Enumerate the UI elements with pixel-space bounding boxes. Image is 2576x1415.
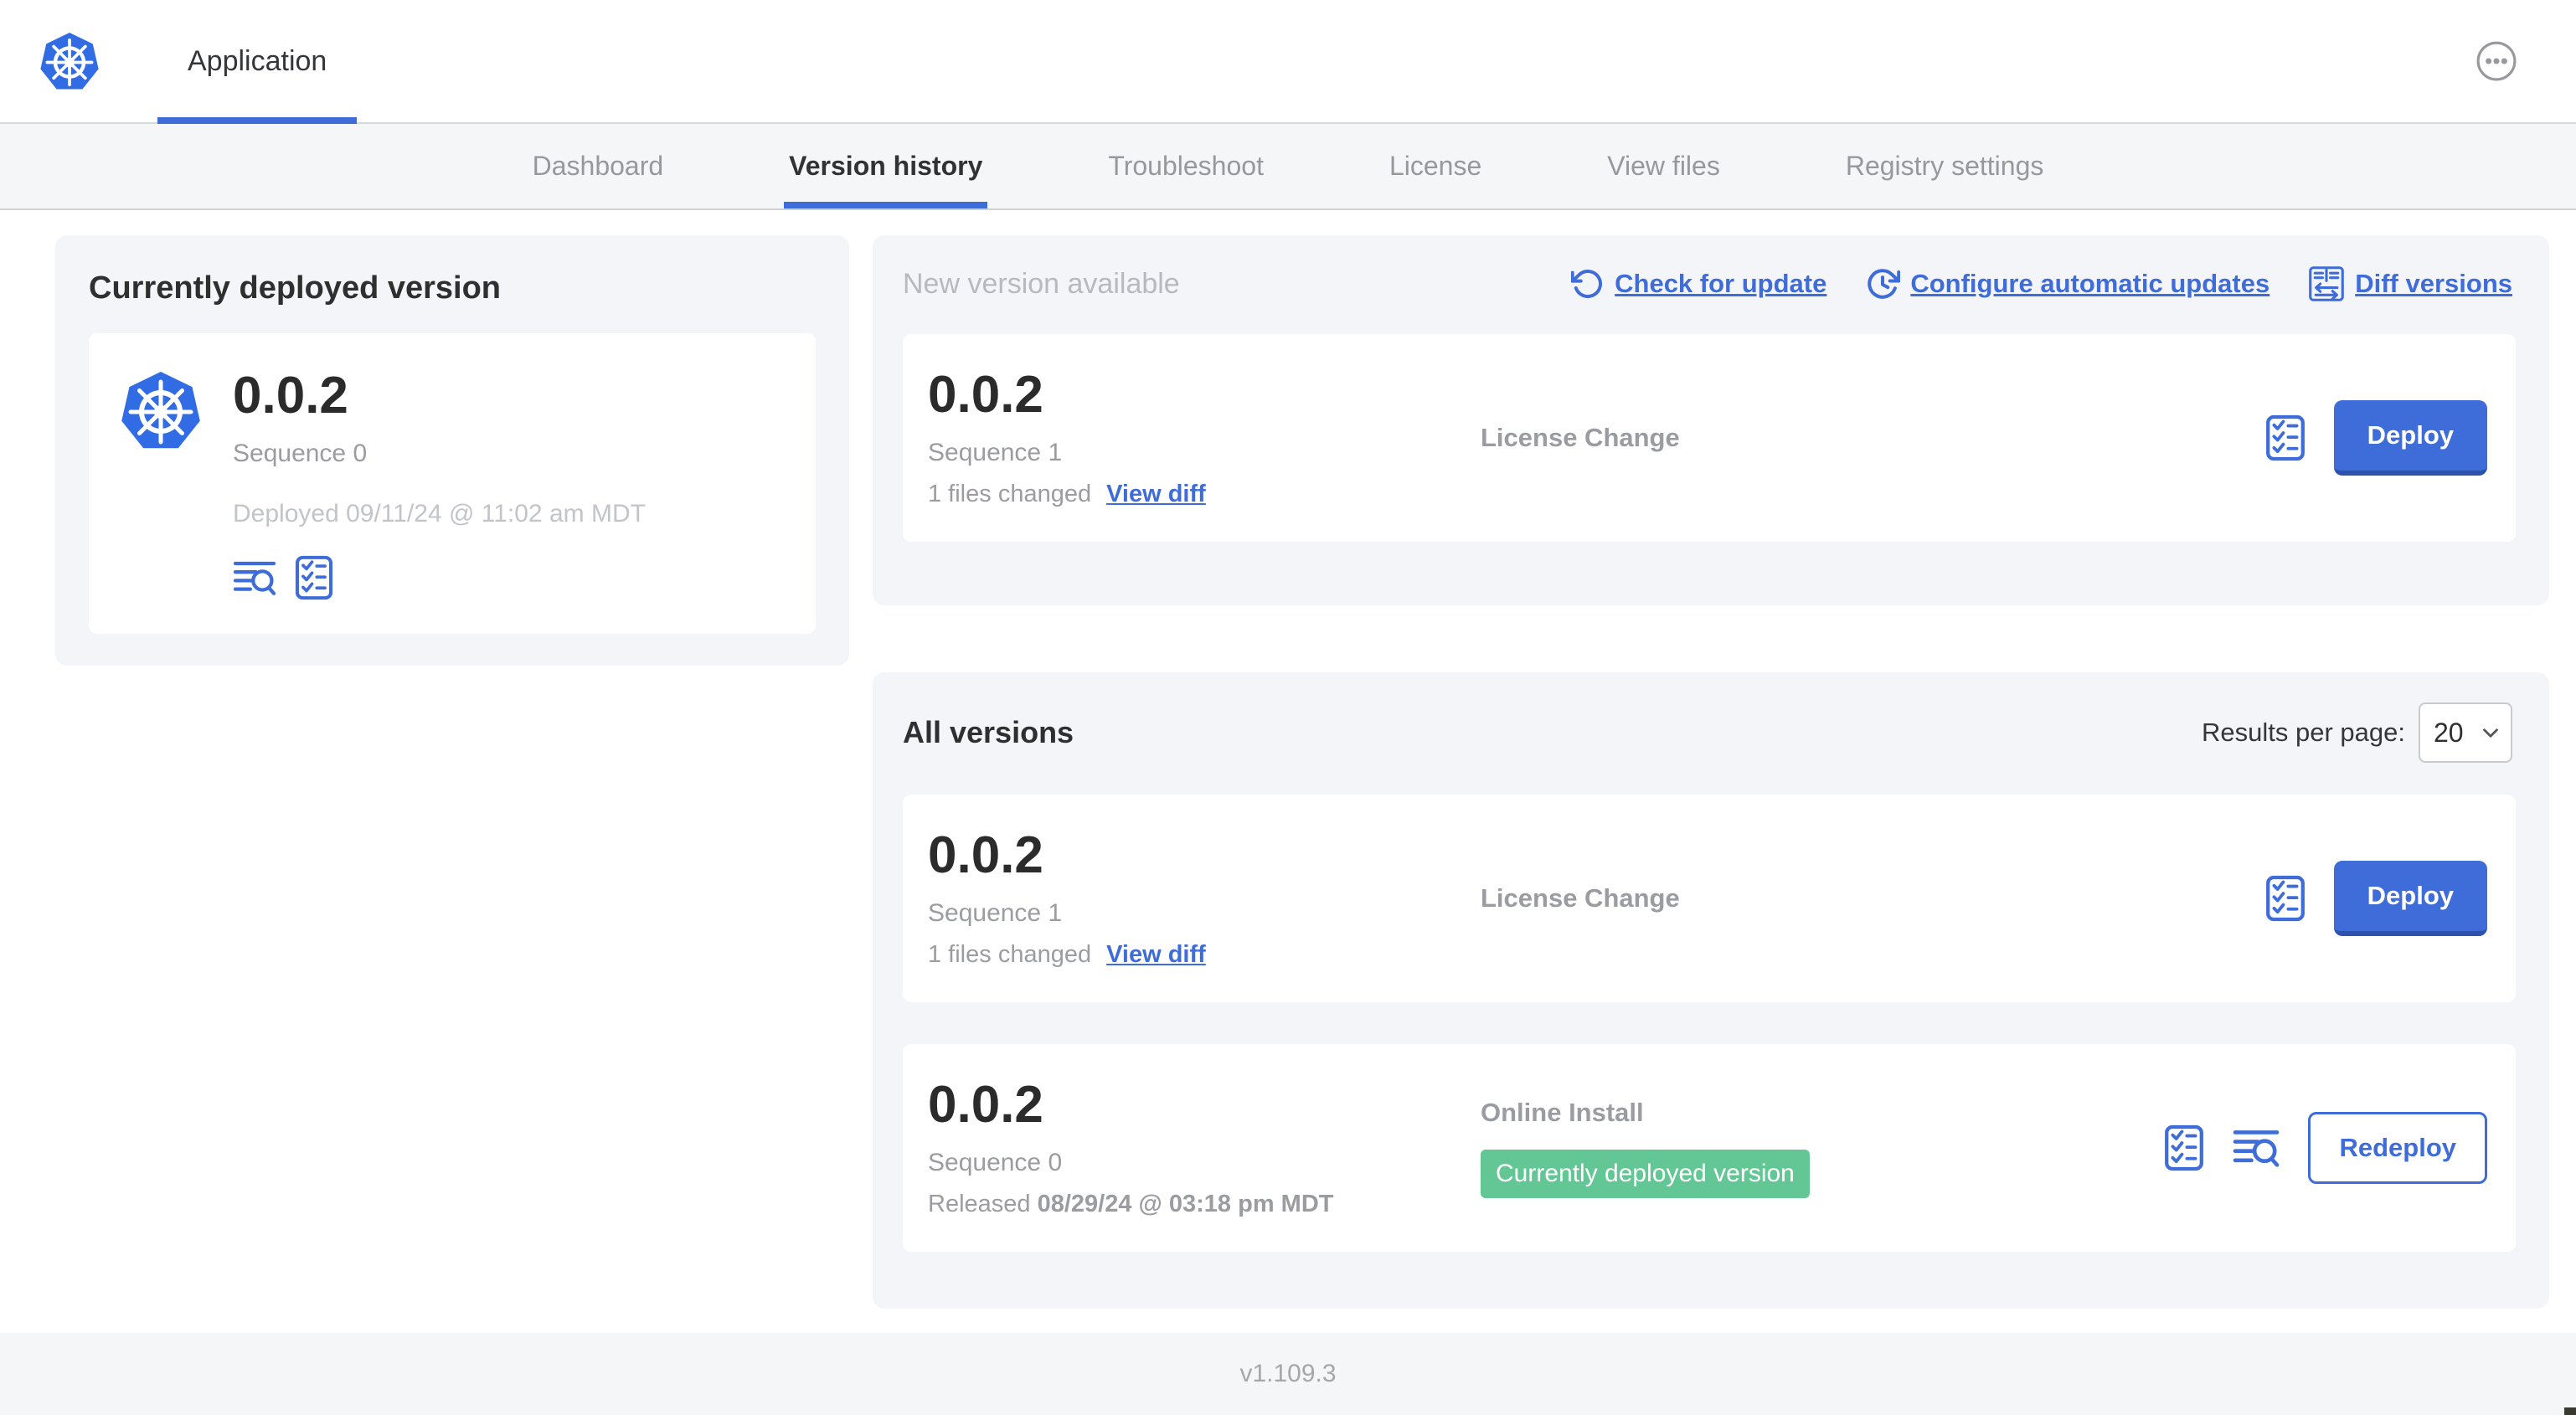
footer: v1.109.3 xyxy=(0,1333,2576,1415)
tab-troubleshoot-label: Troubleshoot xyxy=(1108,151,1264,181)
released-date: 08/29/24 @ 03:18 pm MDT xyxy=(1037,1191,1334,1218)
version-row: 0.0.2 Sequence 1 1 files changed View di… xyxy=(903,795,2516,1003)
released-prefix: Released xyxy=(928,1191,1038,1218)
app-tab-label: Application xyxy=(188,44,327,77)
deployed-version-number: 0.0.2 xyxy=(233,367,348,424)
currently-deployed-title: Currently deployed version xyxy=(89,270,502,306)
console-version: v1.109.3 xyxy=(1239,1360,1337,1387)
new-version-title: New version available xyxy=(903,267,1180,300)
refresh-icon xyxy=(1571,270,1603,299)
deployed-timestamp: Deployed 09/11/24 @ 11:02 am MDT xyxy=(233,500,646,528)
row-sequence: Sequence 1 xyxy=(928,899,1063,928)
row-version-number: 0.0.2 xyxy=(928,826,1043,885)
check-for-update-label: Check for update xyxy=(1615,269,1827,298)
new-version-row: 0.0.2 Sequence 1 1 files changed View di… xyxy=(903,334,2516,543)
page-tabs: Dashboard Version history Troubleshoot L… xyxy=(0,124,2576,210)
preflight-checks-icon[interactable] xyxy=(2164,1124,2204,1171)
deployed-sequence: Sequence 0 xyxy=(233,440,368,468)
files-changed-label: 1 files changed xyxy=(928,481,1092,508)
scheduled-update-icon xyxy=(1865,266,1900,301)
files-changed-label: 1 files changed xyxy=(928,941,1092,969)
tab-active-underline xyxy=(784,202,988,208)
diff-icon xyxy=(2309,266,2345,301)
view-logs-icon[interactable] xyxy=(233,558,276,597)
tab-troubleshoot[interactable]: Troubleshoot xyxy=(1108,124,1264,208)
app-icon xyxy=(119,368,203,452)
right-column: New version available Check for update C… xyxy=(873,235,2549,1310)
all-versions-section: All versions Results per page: 20 0.0.2 … xyxy=(873,672,2549,1310)
preflight-checks-icon[interactable] xyxy=(2265,414,2306,461)
deploy-button[interactable]: Deploy xyxy=(2333,861,2487,937)
version-row: 0.0.2 Sequence 0 Released 08/29/24 @ 03:… xyxy=(903,1044,2516,1253)
results-per-page-label: Results per page: xyxy=(2202,718,2405,748)
tab-view-files-label: View files xyxy=(1607,151,1720,181)
kubernetes-logo-icon xyxy=(37,28,102,94)
all-versions-title: All versions xyxy=(903,715,1074,750)
configure-automatic-updates-link[interactable]: Configure automatic updates xyxy=(1865,266,2269,301)
app-tab[interactable]: Application xyxy=(157,0,358,124)
results-per-page-value: 20 xyxy=(2434,717,2464,748)
view-diff-link[interactable]: View diff xyxy=(1106,941,1206,969)
view-diff-link[interactable]: View diff xyxy=(1106,481,1206,508)
check-for-update-link[interactable]: Check for update xyxy=(1571,267,1826,301)
preflight-checks-icon[interactable] xyxy=(295,555,333,600)
row-sequence: Sequence 0 xyxy=(928,1149,1063,1177)
tab-dashboard-label: Dashboard xyxy=(532,151,664,181)
tab-registry-settings-label: Registry settings xyxy=(1845,151,2044,181)
tab-license[interactable]: License xyxy=(1389,124,1481,208)
currently-deployed-badge: Currently deployed version xyxy=(1481,1150,1810,1199)
redeploy-button[interactable]: Redeploy xyxy=(2308,1112,2487,1185)
currently-deployed-card: 0.0.2 Sequence 0 Deployed 09/11/24 @ 11:… xyxy=(89,333,816,635)
chevron-down-icon xyxy=(2483,728,2498,738)
row-source-label: Online Install xyxy=(1481,1098,1644,1128)
view-logs-icon[interactable] xyxy=(2233,1127,2280,1169)
more-menu-icon[interactable] xyxy=(2476,40,2517,82)
deploy-button[interactable]: Deploy xyxy=(2333,400,2487,476)
app-tab-active-underline xyxy=(157,117,358,124)
screen-corner-artifact xyxy=(2564,1407,2576,1415)
main-content: Currently deployed version 0.0.2 Sequenc… xyxy=(0,210,2576,1310)
row-source-label: License Change xyxy=(1481,883,1680,913)
tab-dashboard[interactable]: Dashboard xyxy=(533,124,664,208)
currently-deployed-panel: Currently deployed version 0.0.2 Sequenc… xyxy=(55,235,849,666)
app-header: Application xyxy=(0,0,2576,124)
row-version-number: 0.0.2 xyxy=(928,1076,1043,1135)
row-released-timestamp: Released 08/29/24 @ 03:18 pm MDT xyxy=(928,1191,1481,1218)
tab-view-files[interactable]: View files xyxy=(1607,124,1720,208)
diff-versions-link[interactable]: Diff versions xyxy=(2308,265,2512,302)
row-sequence: Sequence 1 xyxy=(928,439,1063,467)
tab-version-history[interactable]: Version history xyxy=(784,124,988,208)
diff-versions-label: Diff versions xyxy=(2355,269,2512,298)
row-source-label: License Change xyxy=(1481,423,1680,453)
new-version-section: New version available Check for update C… xyxy=(873,235,2549,606)
tab-license-label: License xyxy=(1388,151,1482,181)
row-version-number: 0.0.2 xyxy=(928,366,1043,424)
tab-registry-settings[interactable]: Registry settings xyxy=(1846,124,2044,208)
configure-automatic-updates-label: Configure automatic updates xyxy=(1910,269,2270,298)
preflight-checks-icon[interactable] xyxy=(2265,875,2306,922)
tab-version-history-label: Version history xyxy=(789,151,983,181)
results-per-page-select[interactable]: 20 xyxy=(2419,702,2512,764)
